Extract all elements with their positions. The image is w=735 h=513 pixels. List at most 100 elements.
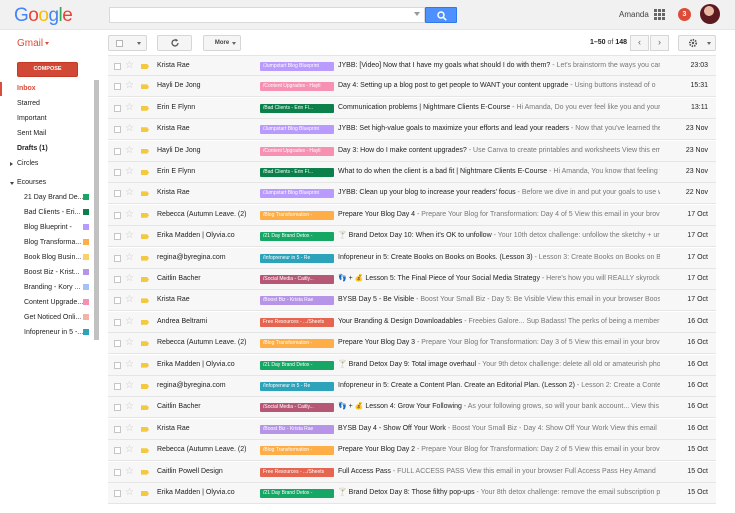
star-icon[interactable]: ☆ — [125, 486, 134, 500]
importance-marker-icon[interactable] — [141, 64, 149, 69]
sidebar-label-item[interactable]: Bad Clients - Eri... — [0, 206, 92, 219]
importance-marker-icon[interactable] — [141, 426, 149, 432]
collapse-arrow-icon[interactable] — [10, 182, 14, 185]
sidebar-label-item[interactable]: 21 Day Brand De... — [0, 191, 92, 204]
label-color-swatch[interactable] — [83, 239, 89, 245]
label-chip[interactable]: /Bad Clients - Erin Fl... — [260, 168, 334, 177]
label-color-swatch[interactable] — [83, 329, 89, 335]
importance-marker-icon[interactable] — [141, 84, 149, 90]
sidebar-item-circles[interactable]: Circles — [0, 157, 92, 171]
importance-marker-icon[interactable] — [141, 319, 149, 325]
table-row[interactable]: ☆ Krista Rae/Jumpstart Blog Blueprint JYBB… — [108, 119, 716, 141]
google-logo[interactable]: Google — [14, 5, 73, 27]
sidebar-item-drafts[interactable]: Drafts (1) — [0, 142, 92, 156]
importance-marker-icon[interactable] — [141, 127, 149, 133]
label-chip[interactable]: /Content Upgrades - Hayli — [260, 82, 334, 92]
table-row[interactable]: ☆ Caitlin Bacher/Social Media - Caitly...… — [108, 269, 716, 290]
importance-marker-icon[interactable] — [141, 255, 149, 261]
user-name[interactable]: Amanda — [619, 10, 649, 19]
row-checkbox[interactable] — [114, 233, 121, 241]
label-color-swatch[interactable] — [83, 269, 89, 275]
star-icon[interactable]: ☆ — [125, 336, 134, 350]
row-checkbox[interactable] — [114, 297, 121, 305]
table-row[interactable]: ☆ regina@byregina.com/Infopreneur in 5 - … — [108, 247, 716, 269]
sidebar-scrollbar[interactable] — [94, 80, 99, 340]
importance-marker-icon[interactable] — [141, 105, 149, 111]
label-chip[interactable]: /Content Upgrades - Hayli — [260, 146, 334, 156]
importance-marker-icon[interactable] — [141, 341, 149, 347]
older-button[interactable]: › — [650, 35, 669, 51]
settings-button[interactable] — [678, 35, 716, 51]
sidebar-item-inbox[interactable]: Inbox — [0, 82, 92, 96]
row-checkbox[interactable] — [114, 490, 121, 497]
star-icon[interactable]: ☆ — [125, 101, 134, 115]
table-row[interactable]: ☆ Erika Madden | Olyvia.co/21 Day Brand D… — [108, 483, 716, 504]
row-checkbox[interactable] — [114, 63, 121, 70]
label-chip[interactable]: /Infopreneur in 5 - Re — [260, 253, 334, 263]
label-color-swatch[interactable] — [83, 194, 89, 200]
star-icon[interactable]: ☆ — [125, 122, 134, 136]
label-color-swatch[interactable] — [83, 284, 89, 290]
sidebar-item-important[interactable]: Important — [0, 112, 92, 126]
star-icon[interactable]: ☆ — [125, 422, 134, 436]
importance-marker-icon[interactable] — [141, 191, 149, 197]
label-chip[interactable]: /Bad Clients - Erin Fl... — [260, 103, 334, 113]
importance-marker-icon[interactable] — [141, 491, 149, 496]
table-row[interactable]: ☆ Rebecca (Autumn Leave. (2) /Blog Transfo… — [108, 204, 716, 226]
row-checkbox[interactable] — [114, 126, 121, 134]
table-row[interactable]: ☆ Erika Madden | Olyvia.co/21 Day Brand D… — [108, 354, 716, 376]
row-checkbox[interactable] — [114, 190, 121, 198]
table-row[interactable]: ☆ Erin E Flynn/Bad Clients - Erin Fl... Wh… — [108, 162, 716, 183]
star-icon[interactable]: ☆ — [125, 186, 134, 200]
label-color-swatch[interactable] — [83, 254, 89, 260]
label-color-swatch[interactable] — [83, 224, 89, 230]
importance-marker-icon[interactable] — [141, 277, 149, 282]
label-chip[interactable]: /Jumpstart Blog Blueprint — [260, 62, 334, 71]
star-icon[interactable]: ☆ — [125, 443, 134, 457]
label-chip[interactable]: /Blog Transformation - — [260, 446, 334, 456]
importance-marker-icon[interactable] — [141, 448, 149, 454]
table-row[interactable]: ☆ Krista Rae/Boost Biz - Krista Rae BYSB D… — [108, 290, 716, 312]
row-checkbox[interactable] — [114, 425, 121, 433]
table-row[interactable]: ☆ Hayli De Jong/Content Upgrades - Hayli D… — [108, 140, 716, 162]
star-icon[interactable]: ☆ — [125, 79, 134, 93]
table-row[interactable]: ☆ regina@byregina.com/Infopreneur in 5 - … — [108, 376, 716, 397]
label-chip[interactable]: /Jumpstart Blog Blueprint — [260, 125, 334, 135]
row-checkbox[interactable] — [114, 468, 121, 476]
sidebar-label-item[interactable]: Infopreneur in 5 -... — [0, 326, 92, 339]
star-icon[interactable]: ☆ — [125, 144, 134, 158]
label-chip[interactable]: /Social Media - Caitly... — [260, 275, 334, 284]
refresh-button[interactable] — [157, 35, 192, 51]
star-icon[interactable]: ☆ — [125, 465, 134, 479]
label-chip[interactable]: /Social Media - Caitly... — [260, 403, 334, 413]
label-color-swatch[interactable] — [83, 314, 89, 320]
importance-marker-icon[interactable] — [141, 469, 149, 475]
row-checkbox[interactable] — [114, 361, 121, 369]
star-icon[interactable]: ☆ — [125, 293, 134, 307]
label-chip[interactable]: /Boost Biz - Krista Rae — [260, 296, 334, 306]
table-row[interactable]: ☆ Erika Madden | Olyvia.co/21 Day Brand D… — [108, 226, 716, 248]
table-row[interactable]: ☆ Krista Rae/Jumpstart Blog Blueprint JYBB… — [108, 183, 716, 205]
importance-marker-icon[interactable] — [141, 234, 149, 240]
importance-marker-icon[interactable] — [141, 405, 149, 411]
sidebar-item-ecourses[interactable]: Ecourses — [0, 176, 92, 190]
table-row[interactable]: ☆ Andrea Beltrami Free Resources - .../She… — [108, 311, 716, 333]
star-icon[interactable]: ☆ — [125, 400, 134, 414]
row-checkbox[interactable] — [114, 318, 121, 326]
table-row[interactable]: ☆ Erin E Flynn/Bad Clients - Erin Fl... Co… — [108, 97, 716, 119]
star-icon[interactable]: ☆ — [125, 358, 134, 372]
sidebar-label-item[interactable]: Content Upgrade... — [0, 296, 92, 309]
table-row[interactable]: ☆ Hayli De Jong/Content Upgrades - Hayli D… — [108, 76, 716, 98]
importance-marker-icon[interactable] — [141, 148, 149, 154]
row-checkbox[interactable] — [114, 383, 121, 390]
sidebar-label-item[interactable]: Book Blog Busin... — [0, 251, 92, 264]
sidebar-item-sent-mail[interactable]: Sent Mail — [0, 127, 92, 141]
importance-marker-icon[interactable] — [141, 384, 149, 389]
label-chip[interactable]: /21 Day Brand Detox - — [260, 489, 334, 498]
more-button[interactable]: More — [203, 35, 241, 51]
star-icon[interactable]: ☆ — [125, 165, 134, 179]
label-chip[interactable]: Free Resources - .../Sheets — [260, 317, 334, 327]
label-chip[interactable]: /Blog Transformation - — [260, 210, 334, 220]
label-chip[interactable]: /Jumpstart Blog Blueprint — [260, 189, 334, 199]
row-checkbox[interactable] — [114, 83, 121, 91]
